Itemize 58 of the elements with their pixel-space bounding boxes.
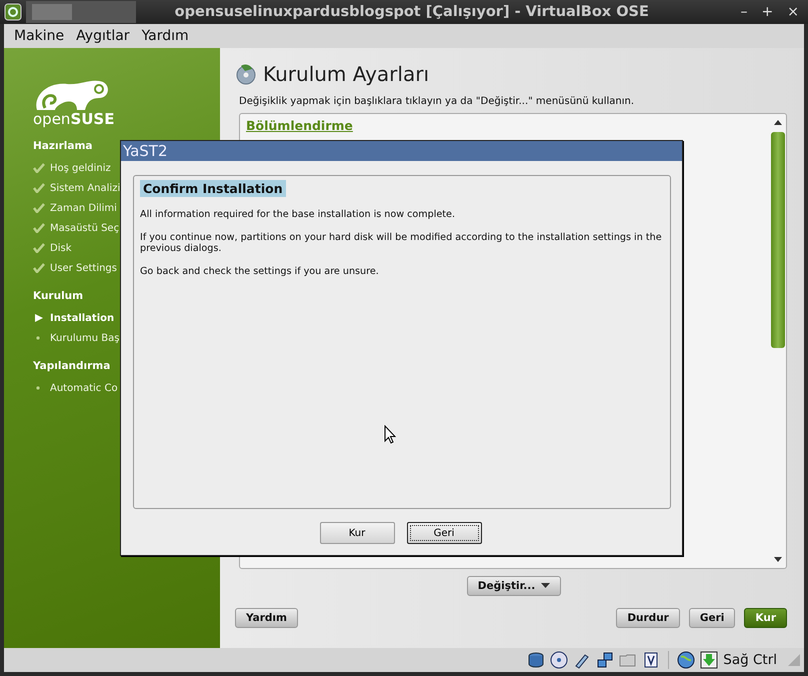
dialog-button[interactable]: Kur: [320, 522, 394, 544]
dialog-paragraph: All information required for the base installation is now complete.: [140, 209, 456, 220]
caret-icon: [541, 583, 550, 589]
step-label: Hoş geldiniz: [50, 162, 111, 174]
section-link[interactable]: Bölümlendirme: [246, 118, 353, 133]
step-label: Zaman Dilimi: [50, 202, 117, 214]
logo-text: openSUSE: [33, 110, 114, 128]
section-title: Yapılandırma: [33, 360, 110, 372]
disc-icon: [235, 63, 257, 85]
dialog-title: YaST2: [121, 141, 682, 161]
app-icon: [4, 3, 22, 21]
section-title: Hazırlama: [33, 140, 92, 152]
page-title: Kurulum Ayarları: [263, 62, 429, 86]
dialog-paragraph: If you continue now, partitions on your hard disk will be modified according to the installation settings in the previous dialogs.: [140, 232, 663, 254]
menu-item[interactable]: Aygıtlar: [70, 28, 136, 44]
wizard-button[interactable]: Geri: [688, 608, 736, 628]
menu-item[interactable]: Makine: [8, 28, 70, 44]
step-label: User Settings: [50, 262, 117, 274]
hard-disk-icon: [527, 651, 546, 669]
window-control-button[interactable]: ×: [784, 4, 802, 20]
checkmark-icon: [33, 263, 45, 273]
description-text: Değişiklik yapmak için başlıklara tıklayın ya da "Değiştir..." menüsünü kullanın.: [239, 96, 636, 107]
checkmark-icon: [33, 183, 45, 193]
dialog-heading: Confirm Installation: [140, 180, 286, 197]
cd-icon: [550, 651, 568, 669]
window-thumbnail-icon: [26, 1, 136, 23]
scroll-up-icon[interactable]: [773, 118, 783, 126]
host-key-label: Sağ Ctrl: [723, 652, 777, 668]
mouse-pointer-icon: [384, 425, 396, 444]
step-label: Kurulumu Baş: [50, 332, 120, 344]
step-label: Disk: [50, 242, 72, 254]
menu-item[interactable]: Yardım: [136, 28, 195, 44]
chip-icon: [642, 651, 660, 669]
resize-grip-icon: [788, 654, 800, 666]
step-label: Sistem Analizi: [50, 182, 120, 194]
window-control-button[interactable]: –: [738, 4, 751, 20]
dialog-button[interactable]: Geri: [406, 522, 482, 544]
checkmark-icon: [33, 223, 45, 233]
change-dropdown-button[interactable]: Değiştir...: [466, 576, 562, 596]
window-control-button[interactable]: +: [758, 4, 776, 20]
scroll-down-icon[interactable]: [773, 556, 783, 564]
checkmark-icon: [33, 163, 45, 173]
checkmark-icon: [33, 203, 45, 213]
wizard-button[interactable]: Durdur: [616, 608, 680, 628]
globe-icon: [677, 651, 696, 669]
network-icon: [596, 651, 614, 669]
scrollbar-thumb[interactable]: [771, 132, 785, 348]
dialog-paragraph: Go back and check the settings if you are unsure.: [140, 266, 380, 277]
help-button[interactable]: Yardım: [235, 608, 298, 628]
step-label: Automatic Co: [50, 382, 118, 394]
download-arrow-icon: [700, 651, 718, 669]
section-title: Kurulum: [33, 290, 84, 302]
step-label: Installation: [50, 312, 114, 324]
checkmark-icon: [33, 243, 45, 253]
window-title: opensuselinuxpardusblogspot [Çalışıyor] - VirtualBox OSE: [174, 4, 650, 20]
play-icon: [33, 313, 45, 323]
step-label: Masaüstü Seç: [50, 222, 120, 234]
wizard-button[interactable]: Kur: [744, 608, 787, 628]
